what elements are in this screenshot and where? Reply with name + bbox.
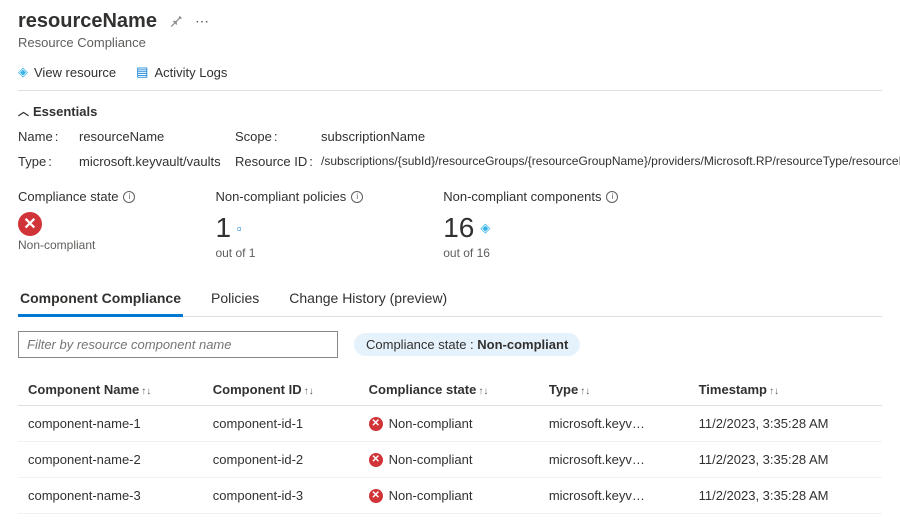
cell-name: component-name-1 — [18, 406, 203, 442]
tab-component-compliance[interactable]: Component Compliance — [18, 284, 183, 317]
noncompliant-components-value: 16 — [443, 212, 474, 244]
compliance-state-metric: Compliance state i ✕ Non-compliant — [18, 189, 135, 260]
table-row[interactable]: component-name-2component-id-2✕Non-compl… — [18, 442, 882, 478]
sort-icon: ↑↓ — [769, 386, 779, 397]
info-icon[interactable]: i — [606, 191, 618, 203]
cube-icon: ◈ — [18, 64, 28, 80]
cell-type: microsoft.keyv… — [539, 406, 689, 442]
view-resource-label: View resource — [34, 65, 116, 80]
cell-id: component-id-2 — [203, 442, 359, 478]
tab-change-history[interactable]: Change History (preview) — [287, 284, 449, 316]
noncompliant-components-sub: out of 16 — [443, 246, 618, 260]
col-timestamp[interactable]: Timestamp↑↓ — [689, 374, 882, 406]
cell-type: microsoft.keyv… — [539, 478, 689, 514]
col-component-id[interactable]: Component ID↑↓ — [203, 374, 359, 406]
type-label: Type — [18, 154, 73, 169]
essentials-toggle[interactable]: ︿ Essentials — [18, 103, 882, 119]
activity-logs-label: Activity Logs — [154, 65, 227, 80]
col-component-name[interactable]: Component Name↑↓ — [18, 374, 203, 406]
page-title: resourceName — [18, 10, 157, 33]
components-table: Component Name↑↓ Component ID↑↓ Complian… — [18, 374, 882, 514]
cube-icon: ◈ — [480, 220, 490, 236]
cell-timestamp: 11/2/2023, 3:35:28 AM — [689, 442, 882, 478]
compliance-state-pill[interactable]: Compliance state : Non-compliant — [354, 333, 580, 356]
compliance-state-value: Non-compliant — [18, 238, 135, 252]
pill-value: Non-compliant — [477, 337, 568, 352]
noncompliant-icon: ✕ — [18, 212, 42, 236]
sort-icon: ↑↓ — [304, 386, 314, 397]
tabs: Component Compliance Policies Change His… — [18, 284, 882, 317]
noncompliant-icon: ✕ — [369, 453, 383, 467]
essentials-label: Essentials — [33, 104, 97, 119]
cell-timestamp: 11/2/2023, 3:35:28 AM — [689, 406, 882, 442]
divider — [18, 90, 882, 91]
chevron-up-icon: ︿ — [18, 103, 29, 119]
compliance-state-label: Compliance state — [18, 189, 118, 204]
info-icon[interactable]: i — [123, 191, 135, 203]
resource-id-label: Resource ID — [235, 154, 315, 169]
cell-state: ✕Non-compliant — [359, 406, 539, 442]
table-row[interactable]: component-name-1component-id-1✕Non-compl… — [18, 406, 882, 442]
scope-label: Scope — [235, 129, 315, 144]
noncompliant-policies-sub: out of 1 — [215, 246, 363, 260]
cell-id: component-id-1 — [203, 406, 359, 442]
sort-icon: ↑↓ — [580, 386, 590, 397]
sort-icon: ↑↓ — [478, 386, 488, 397]
cell-state: ✕Non-compliant — [359, 442, 539, 478]
activity-logs-button[interactable]: ▤ Activity Logs — [136, 64, 227, 80]
noncompliant-policies-value: 1 — [215, 212, 231, 244]
filter-input[interactable] — [18, 331, 338, 358]
scope-value: subscriptionName — [321, 129, 900, 144]
sort-icon: ↑↓ — [141, 386, 151, 397]
noncompliant-icon: ✕ — [369, 489, 383, 503]
col-type[interactable]: Type↑↓ — [539, 374, 689, 406]
info-icon[interactable]: i — [351, 191, 363, 203]
log-icon: ▤ — [136, 64, 148, 80]
cell-name: component-name-2 — [18, 442, 203, 478]
noncompliant-components-label: Non-compliant components — [443, 189, 601, 204]
noncompliant-policies-metric: Non-compliant policies i 1 ▫ out of 1 — [215, 189, 363, 260]
view-resource-button[interactable]: ◈ View resource — [18, 64, 116, 80]
policy-icon: ▫ — [237, 221, 242, 236]
pill-label: Compliance state : — [366, 337, 477, 352]
noncompliant-policies-label: Non-compliant policies — [215, 189, 346, 204]
col-compliance-state[interactable]: Compliance state↑↓ — [359, 374, 539, 406]
cell-state: ✕Non-compliant — [359, 478, 539, 514]
pin-icon[interactable] — [169, 13, 183, 30]
page-subtitle: Resource Compliance — [18, 35, 882, 50]
name-value: resourceName — [79, 129, 229, 144]
resource-id-value: /subscriptions/{subId}/resourceGroups/{r… — [321, 154, 900, 169]
more-icon[interactable]: ⋯ — [195, 13, 209, 30]
cell-id: component-id-3 — [203, 478, 359, 514]
noncompliant-components-metric: Non-compliant components i 16 ◈ out of 1… — [443, 189, 618, 260]
noncompliant-icon: ✕ — [369, 417, 383, 431]
type-value: microsoft.keyvault/vaults — [79, 154, 229, 169]
cell-name: component-name-3 — [18, 478, 203, 514]
cell-timestamp: 11/2/2023, 3:35:28 AM — [689, 478, 882, 514]
name-label: Name — [18, 129, 73, 144]
cell-type: microsoft.keyv… — [539, 442, 689, 478]
table-row[interactable]: component-name-3component-id-3✕Non-compl… — [18, 478, 882, 514]
tab-policies[interactable]: Policies — [209, 284, 261, 316]
